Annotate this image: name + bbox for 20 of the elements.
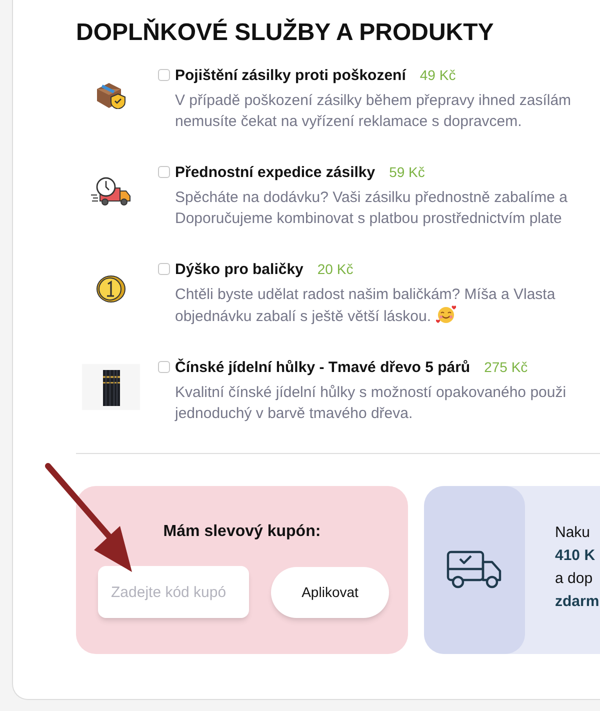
service-description: V případě poškození zásilky během přepravy ihned zasílám nemusíte čekat na vyřízení reklamace s dopravcem. bbox=[175, 92, 572, 130]
service-name: Přednostní expedice zásilky bbox=[175, 163, 376, 183]
coupon-input-field[interactable]: Zadejte kód kupó bbox=[98, 566, 249, 618]
service-name: Dýško pro baličky bbox=[175, 260, 304, 280]
service-price: 49 Kč bbox=[420, 66, 456, 85]
shipping-text: 410 K bbox=[555, 546, 596, 566]
shipping-text: a dop bbox=[555, 569, 594, 589]
service-price: 20 Kč bbox=[317, 260, 354, 279]
coupon-title: Mám slevový kupón: bbox=[163, 522, 321, 542]
service-description: Kvalitní čínské jídelní hůlky s možností opakovaného použi jednoduchý v barvě tmavého dřeva. bbox=[175, 384, 566, 422]
service-name: Čínské jídelní hůlky - Tmavé dřevo 5 párů bbox=[175, 358, 470, 378]
section-title: DOPLŇKOVÉ SLUŽBY A PRODUKTY bbox=[76, 18, 495, 48]
service-description: Spěcháte na dodávku? Vaši zásilku přednostně zabalíme a Doporučujeme kombinovat s platbou prostřednictvím plate bbox=[175, 189, 568, 227]
service-price: 59 Kč bbox=[389, 163, 425, 182]
service-price: 275 Kč bbox=[484, 358, 528, 377]
service-description: Chtěli byste udělat radost našim baličkám? Míša a Vlasta objednávku zabalí s ještě větší láskou. bbox=[175, 286, 556, 325]
shipping-text: zdarm bbox=[555, 592, 600, 612]
apply-button[interactable]: Aplikovat bbox=[271, 566, 389, 618]
service-name: Pojištění zásilky proti poškození bbox=[175, 66, 406, 86]
shipping-text: Naku bbox=[555, 523, 592, 543]
